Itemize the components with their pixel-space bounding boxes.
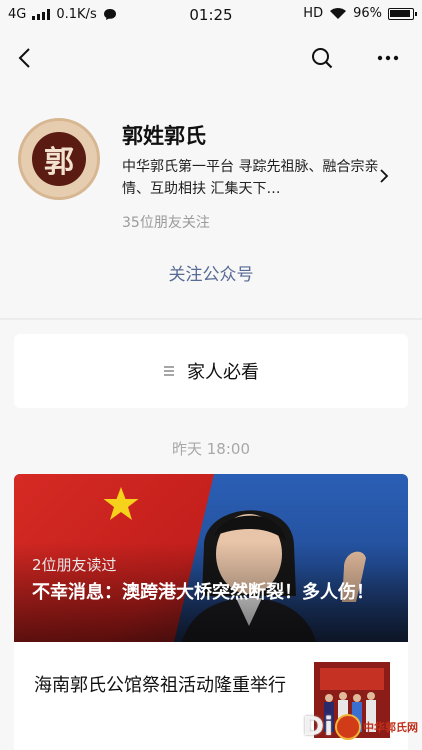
more-button[interactable]: [370, 40, 406, 76]
article-cover-image: 2位朋友读过 不幸消息：澳跨港大桥突然断裂！多人伤！: [14, 474, 408, 642]
article-headline: 不幸消息：澳跨港大桥突然断裂！多人伤！: [32, 582, 374, 603]
wifi-icon: [330, 8, 347, 19]
watermark-logo: [335, 714, 361, 740]
sub-article-title: 海南郭氏公馆祭祖活动隆重举行: [34, 675, 286, 696]
search-button[interactable]: [304, 40, 340, 76]
menu-icon: [164, 366, 174, 376]
more-icon: [377, 55, 399, 61]
avatar-logo: 郭: [32, 132, 86, 186]
watermark-site: 中华郭氏网: [363, 720, 418, 734]
account-name: 郭姓郭氏: [122, 124, 206, 148]
followers-count: 35位朋友关注: [122, 215, 210, 231]
battery-icon: [388, 7, 417, 20]
back-button[interactable]: [6, 40, 42, 76]
avatar[interactable]: 郭: [18, 118, 100, 200]
account-profile: 郭 郭姓郭氏 中华郭氏第一平台 寻踪先祖脉、融合宗亲情、互助相扶 汇集天下… 3…: [0, 86, 422, 318]
status-right: HD 96%: [303, 6, 417, 21]
chevron-left-icon: [18, 48, 30, 68]
friends-read-label: 2位朋友读过: [32, 556, 117, 574]
menu-label: 家人必看: [187, 362, 259, 383]
battery-fill: [390, 9, 410, 17]
account-description[interactable]: 中华郭氏第一平台 寻踪先祖脉、融合宗亲情、互助相扶 汇集天下…: [122, 156, 382, 200]
watermark: Di 中华郭氏网: [292, 704, 422, 750]
status-bar: 4G 0.1K/s 01:25 HD 96%: [0, 0, 422, 30]
nav-bar: [0, 30, 422, 86]
search-icon: [312, 48, 333, 69]
feed-date: 昨天 18:00: [172, 440, 250, 458]
watermark-text: Di: [302, 712, 334, 742]
star-icon: [103, 487, 139, 520]
follow-button[interactable]: 关注公众号: [0, 260, 422, 285]
hd-label: HD: [303, 6, 324, 21]
section-divider: [0, 318, 422, 320]
battery-percent: 96%: [353, 6, 382, 21]
menu-card[interactable]: 家人必看: [14, 334, 408, 408]
chevron-right-icon[interactable]: [374, 166, 394, 186]
